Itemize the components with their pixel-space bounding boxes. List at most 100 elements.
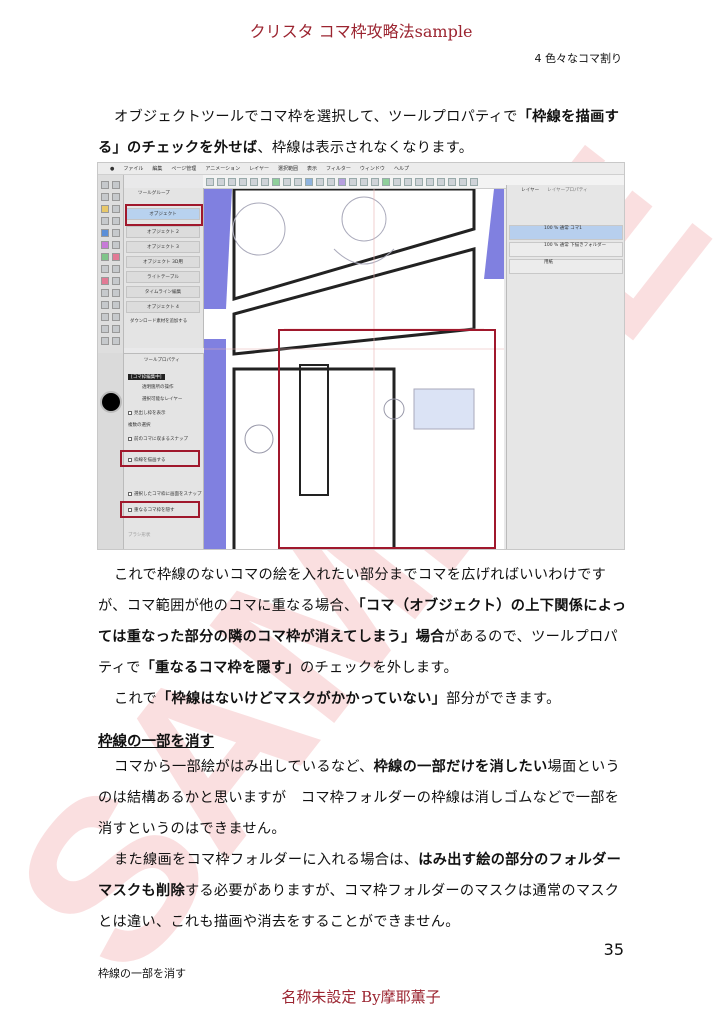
toolprop-row-label: 前のコマに収まるスナップ	[134, 437, 188, 442]
command-icon	[393, 177, 401, 186]
move-tool-icon[interactable]	[112, 181, 120, 189]
book-title: クリスタ コマ枠攻略法sample	[249, 22, 473, 41]
checkbox[interactable]	[128, 491, 132, 496]
toolprop-row-label: 見出し枠を表示	[134, 411, 166, 416]
toolprop-row[interactable]: 選択可能なレイヤー	[142, 396, 182, 402]
p4-text-a: コマから一部絵がはみ出しているなど、	[114, 759, 374, 775]
rotate-tool-icon[interactable]	[112, 301, 120, 309]
command-icon	[261, 177, 269, 186]
menu-item: レイヤー	[249, 166, 269, 172]
command-icon	[415, 177, 423, 186]
fill-tool-icon[interactable]	[112, 229, 120, 237]
command-icon	[250, 177, 258, 186]
layer-row-folder[interactable]: 100 % 通常 下描きフォルダー	[509, 242, 623, 257]
toolprop-header: ツールプロパティ	[144, 358, 180, 363]
operation-tool-icon[interactable]	[101, 325, 109, 333]
command-icon	[272, 177, 280, 186]
p4-bold-a: 枠線の一部だけを消したい	[373, 759, 548, 775]
subtool-light-table[interactable]: ライトテーブル	[126, 271, 200, 283]
paragraph-1: オブジェクトツールでコマ枠を選択して、ツールプロパティで「枠線を描画する」のチェ…	[98, 102, 628, 164]
checkbox[interactable]	[128, 410, 132, 415]
timeline-tool-icon[interactable]	[112, 337, 120, 345]
menu-item: 編集	[152, 166, 163, 172]
menu-item: ファイル	[123, 166, 144, 172]
p3-bold-a: 「枠線はないけどマスクがかかっていない」	[157, 691, 447, 707]
toolprop-row[interactable]: 見出し枠を表示	[128, 410, 166, 416]
subtool-object-2[interactable]: オブジェクト 2	[126, 226, 200, 238]
page-number: 35	[603, 940, 624, 959]
correct-line-tool-icon[interactable]	[101, 277, 109, 285]
light-table-tool-icon[interactable]	[101, 337, 109, 345]
balloon-tool-icon[interactable]	[112, 265, 120, 273]
menu-item: フィルター	[326, 166, 351, 172]
command-icon	[338, 177, 346, 186]
command-icon	[228, 177, 236, 186]
eraser-tool-icon[interactable]	[101, 229, 109, 237]
apple-icon: ●	[110, 165, 115, 172]
subtool-timeline[interactable]: タイムライン編集	[126, 286, 200, 298]
menu-item: 表示	[307, 166, 318, 172]
command-icon	[206, 177, 214, 186]
zoom-tool-icon[interactable]	[101, 193, 109, 201]
footer-section-label: 枠線の一部を消す	[98, 967, 186, 980]
command-icon	[283, 177, 291, 186]
select-tool-icon[interactable]	[112, 193, 120, 201]
ruler-tool-icon[interactable]	[112, 253, 120, 261]
frame-tool-icon[interactable]	[101, 253, 109, 261]
layer-row-paper[interactable]: 用紙	[509, 259, 623, 274]
toolprop-row[interactable]: 複数の選択	[128, 422, 151, 428]
color-wheel[interactable]	[100, 391, 122, 413]
paragraph-2: これで枠線のないコマの絵を入れたい部分までコマを広げればいいわけですが、コマ範囲…	[98, 560, 628, 715]
toolprop-section: [コマ枠編集中]	[128, 374, 165, 380]
p3-text-b: 部分ができます。	[446, 691, 561, 707]
toolprop-row[interactable]: 前のコマに収まるスナップ	[128, 436, 188, 442]
command-icon	[371, 177, 379, 186]
command-icon	[459, 177, 467, 186]
eyedropper-tool-icon[interactable]	[112, 289, 120, 297]
menu-item: ヘルプ	[393, 166, 409, 172]
subtool-object-4[interactable]: オブジェクト 4	[126, 301, 200, 313]
airbrush-tool-icon[interactable]	[112, 217, 120, 225]
pen-tool-icon[interactable]	[101, 205, 109, 213]
decoration-tool-icon[interactable]	[112, 277, 120, 285]
p3-text-a: これで	[114, 691, 158, 707]
command-icon	[305, 177, 313, 186]
mask-area	[204, 339, 226, 549]
p1-text-b: 、枠線は表示されなくなります。	[257, 140, 474, 156]
layer-tab[interactable]: レイヤー	[521, 187, 539, 193]
layer-property-tab[interactable]: レイヤープロパティ	[547, 187, 588, 193]
blend-tool-icon[interactable]	[101, 289, 109, 297]
p1-text-a: オブジェクトツールでコマ枠を選択して、ツールプロパティで	[114, 109, 518, 125]
layer-row-frame[interactable]: 100 % 通常 コマ1	[509, 225, 623, 240]
section-heading: 枠線の一部を消す	[98, 734, 214, 750]
command-icon	[239, 177, 247, 186]
auto-select-tool-icon[interactable]	[112, 313, 120, 321]
text-tool-icon[interactable]	[101, 265, 109, 273]
layer-move-tool-icon[interactable]	[112, 325, 120, 333]
command-icon	[217, 177, 225, 186]
hand-tool-icon[interactable]	[101, 301, 109, 309]
gradient-tool-icon[interactable]	[101, 241, 109, 249]
paragraph-4: コマから一部絵がはみ出しているなど、枠線の一部だけを消したい場面というのは結構あ…	[98, 752, 628, 938]
figure-tool-icon[interactable]	[112, 241, 120, 249]
p5-text-a: また線画をコマ枠フォルダーに入れる場合は、	[114, 852, 419, 868]
lasso-tool-icon[interactable]	[101, 313, 109, 321]
highlight-box-object-tool	[125, 204, 203, 226]
footer-author-line: 名称未設定 By摩耶薫子	[281, 988, 441, 1006]
toolprop-row[interactable]: 透明箇所の操作	[142, 384, 174, 390]
toolprop-row[interactable]: 選択したコマ枠に画面をスナップ	[128, 491, 202, 497]
checkbox[interactable]	[128, 436, 132, 441]
subtool-object-3d[interactable]: オブジェクト 3D用	[126, 256, 200, 268]
pencil-tool-icon[interactable]	[112, 205, 120, 213]
highlight-box-draw-frame-line	[120, 450, 200, 467]
command-icon	[327, 177, 335, 186]
subtool-object-3[interactable]: オブジェクト 3	[126, 241, 200, 253]
menu-item: ウィンドウ	[359, 166, 385, 172]
command-icon	[470, 177, 478, 186]
brush-tool-icon[interactable]	[101, 217, 109, 225]
layer-panel: レイヤー レイヤープロパティ 100 % 通常 コマ1 100 % 通常 下描き…	[506, 185, 624, 549]
menu-bar: ● ファイル 編集 ページ管理 アニメーション レイヤー 選択範囲 表示 フィル…	[98, 163, 624, 175]
object-tool-icon[interactable]	[101, 181, 109, 189]
subtool-header: ツールグループ	[138, 191, 170, 196]
download-material-button[interactable]: ダウンロード素材を追加する	[130, 318, 187, 324]
